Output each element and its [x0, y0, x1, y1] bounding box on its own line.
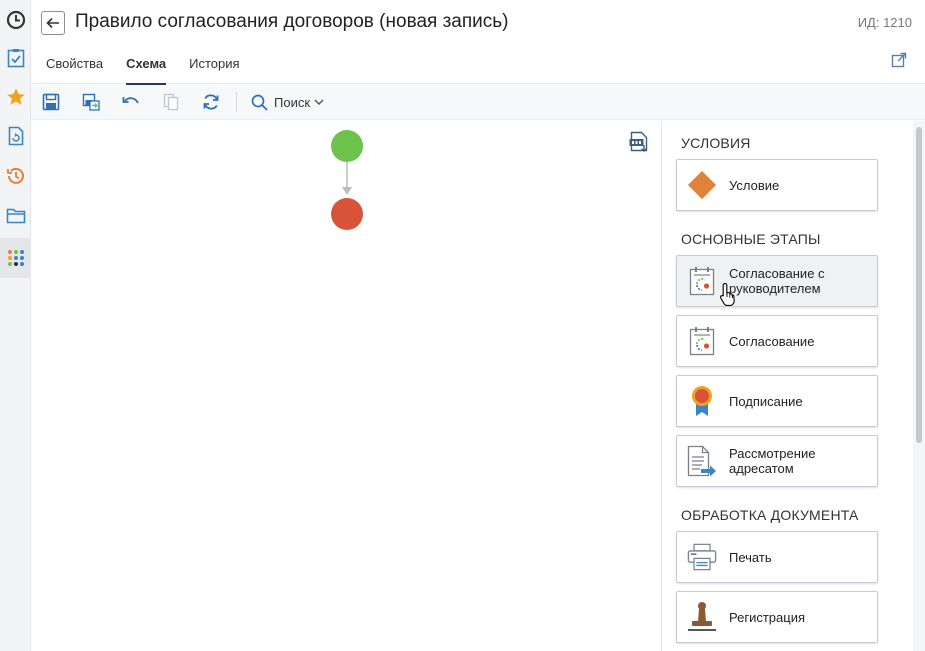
chevron-down-icon	[314, 98, 324, 105]
pdf-icon	[629, 131, 648, 152]
stage-label: Печать	[729, 549, 772, 565]
arrow-left-icon	[46, 17, 59, 29]
stage-manager-approval[interactable]: Согласование с руководителем	[676, 255, 878, 307]
tab-history[interactable]: История	[189, 56, 239, 79]
copy-button[interactable]	[161, 93, 181, 111]
schema-canvas[interactable]	[31, 121, 661, 651]
stage-label: Согласование с руководителем	[729, 266, 825, 296]
open-external-icon	[891, 52, 907, 68]
stage-label: Подписание	[729, 393, 803, 409]
page-header: Правило согласования договоров (новая за…	[31, 0, 925, 86]
flow-connector	[346, 162, 348, 190]
stage-label: Регистрация	[729, 609, 805, 625]
rail-item-clock[interactable]	[0, 0, 31, 40]
save-button[interactable]	[41, 93, 61, 111]
stage-condition[interactable]: Условие	[676, 159, 878, 211]
stage-print[interactable]: Печать	[676, 531, 878, 583]
search-icon	[251, 94, 268, 111]
refresh-icon	[203, 94, 219, 110]
signature-ribbon-icon	[687, 383, 717, 419]
export-pdf-button[interactable]	[629, 131, 649, 158]
toolbar: Поиск	[31, 85, 925, 120]
refresh-button[interactable]	[201, 93, 221, 111]
save-icon	[42, 93, 60, 111]
printer-icon	[687, 539, 717, 575]
rail-item-documents[interactable]	[0, 116, 31, 156]
undo-button[interactable]	[121, 93, 141, 111]
diamond-icon	[687, 167, 717, 203]
stage-signing[interactable]: Подписание	[676, 375, 878, 427]
undo-icon	[122, 97, 139, 104]
tab-bar: Свойства Схема История	[46, 56, 263, 86]
rail-item-history[interactable]	[0, 156, 31, 196]
hand-pointer-cursor	[719, 282, 735, 306]
tasks-icon	[7, 49, 24, 68]
save-close-icon	[82, 93, 100, 111]
clock-icon	[6, 10, 25, 30]
tab-properties[interactable]: Свойства	[46, 56, 103, 79]
rail-item-apps[interactable]	[0, 238, 31, 278]
history-icon	[6, 167, 24, 184]
stage-approval[interactable]: Согласование	[676, 315, 878, 367]
document-forward-icon	[687, 443, 717, 479]
left-navigation-rail	[0, 0, 31, 651]
section-title-conditions: УСЛОВИЯ	[681, 135, 751, 151]
stamp-icon	[687, 599, 717, 635]
page-title: Правило согласования договоров (новая за…	[75, 11, 509, 32]
search-button[interactable]: Поиск	[251, 93, 324, 111]
connector-arrowhead	[342, 187, 352, 195]
search-label: Поиск	[274, 94, 311, 110]
stage-label: Условие	[729, 177, 780, 193]
stage-registration[interactable]: Регистрация	[676, 591, 878, 643]
section-title-main-stages: ОСНОВНЫЕ ЭТАПЫ	[681, 231, 821, 247]
panel-scrollbar[interactable]	[913, 121, 925, 651]
scrollbar-thumb[interactable]	[916, 127, 922, 443]
approval-icon	[687, 263, 717, 299]
approval-icon	[687, 323, 717, 359]
rail-item-tasks[interactable]	[0, 38, 31, 78]
documents-icon	[8, 126, 23, 146]
back-button[interactable]	[41, 11, 65, 35]
copy-icon	[163, 93, 179, 111]
stage-addressee-review[interactable]: Рассмотрение адресатом	[676, 435, 878, 487]
end-node[interactable]	[331, 198, 363, 230]
apps-icon	[7, 250, 24, 266]
section-title-document-processing: ОБРАБОТКА ДОКУМЕНТА	[681, 507, 859, 523]
favorites-icon	[6, 88, 25, 105]
toolbar-separator	[236, 92, 237, 112]
rail-item-folders[interactable]	[0, 196, 31, 236]
rail-item-favorites[interactable]	[0, 77, 31, 117]
record-id: ИД: 1210	[857, 15, 912, 30]
stages-panel: УСЛОВИЯ Условие ОСНОВНЫЕ ЭТАПЫ Согласова…	[661, 121, 913, 651]
save-and-close-button[interactable]	[81, 93, 101, 111]
stage-label: Рассмотрение адресатом	[729, 446, 816, 476]
folder-icon	[6, 208, 25, 224]
start-node[interactable]	[331, 130, 363, 162]
tab-schema[interactable]: Схема	[126, 56, 167, 86]
open-in-new-window-button[interactable]	[891, 52, 907, 73]
stage-label: Согласование	[729, 333, 815, 349]
